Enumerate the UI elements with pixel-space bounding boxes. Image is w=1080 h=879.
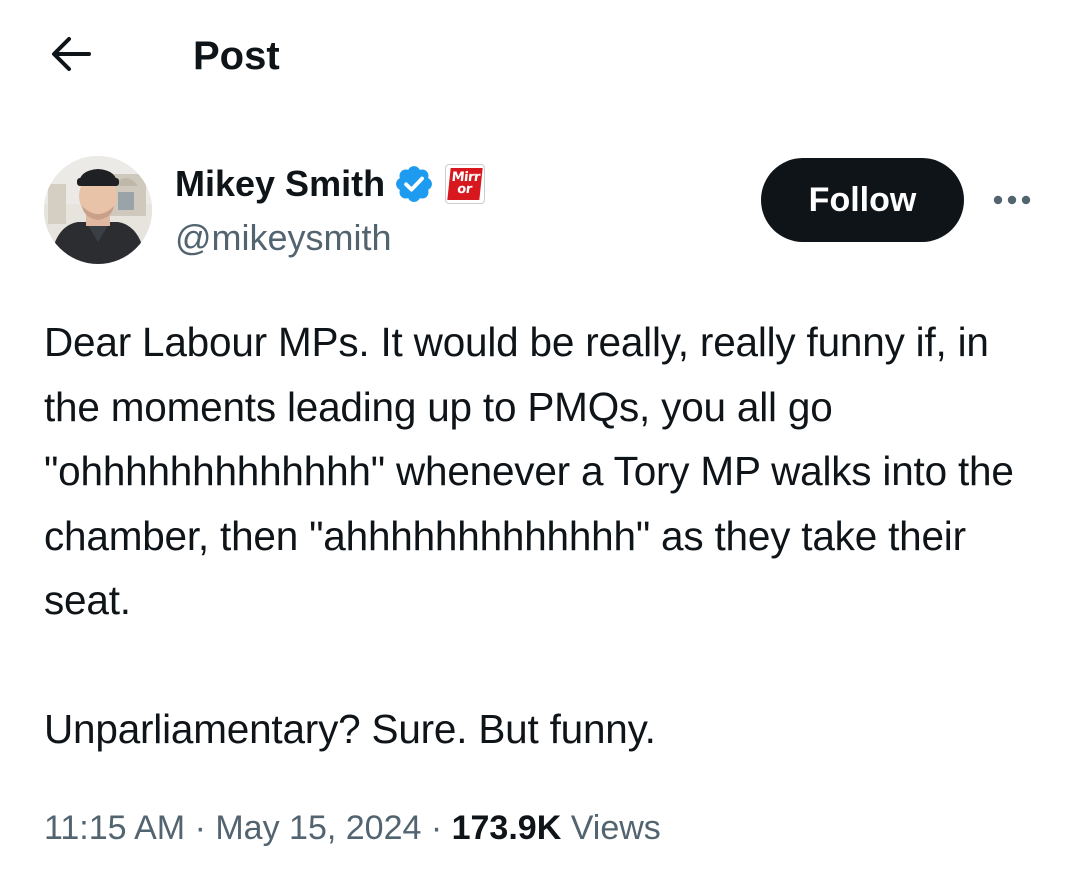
affiliate-badge[interactable]: Mirr or: [445, 164, 486, 204]
meta-separator: ·: [185, 809, 216, 847]
tweet-time[interactable]: 11:15 AM: [44, 809, 185, 847]
meta-separator: ·: [421, 809, 452, 847]
tweet-meta: 11:15 AM · May 15, 2024 · 173.9K Views: [44, 804, 661, 852]
avatar[interactable]: [44, 156, 152, 264]
views-count[interactable]: 173.9K: [452, 809, 562, 847]
avatar-photo: [44, 156, 152, 264]
arrow-left-icon: [49, 34, 93, 79]
author-display-name[interactable]: Mikey Smith: [175, 160, 385, 208]
author-handle[interactable]: @mikeysmith: [175, 214, 735, 262]
page-title: Post: [193, 34, 280, 78]
affiliate-logo-line2: or: [456, 182, 473, 197]
tweet-date[interactable]: May 15, 2024: [215, 809, 421, 847]
author-name-row: Mikey Smith Mirr or: [175, 160, 735, 208]
follow-button[interactable]: Follow: [761, 158, 964, 242]
views-label: Views: [561, 809, 661, 847]
more-horizontal-icon: [990, 193, 1034, 211]
author-info: Mikey Smith Mirr or @mikeysmith: [175, 160, 735, 262]
more-options-button[interactable]: [988, 182, 1036, 222]
mirror-logo-icon: Mirr or: [447, 168, 483, 200]
top-bar: Post: [0, 0, 1080, 112]
back-button[interactable]: [44, 34, 98, 78]
tweet-text: Dear Labour MPs. It would be really, rea…: [44, 319, 1014, 752]
verified-badge-icon[interactable]: [393, 163, 435, 205]
